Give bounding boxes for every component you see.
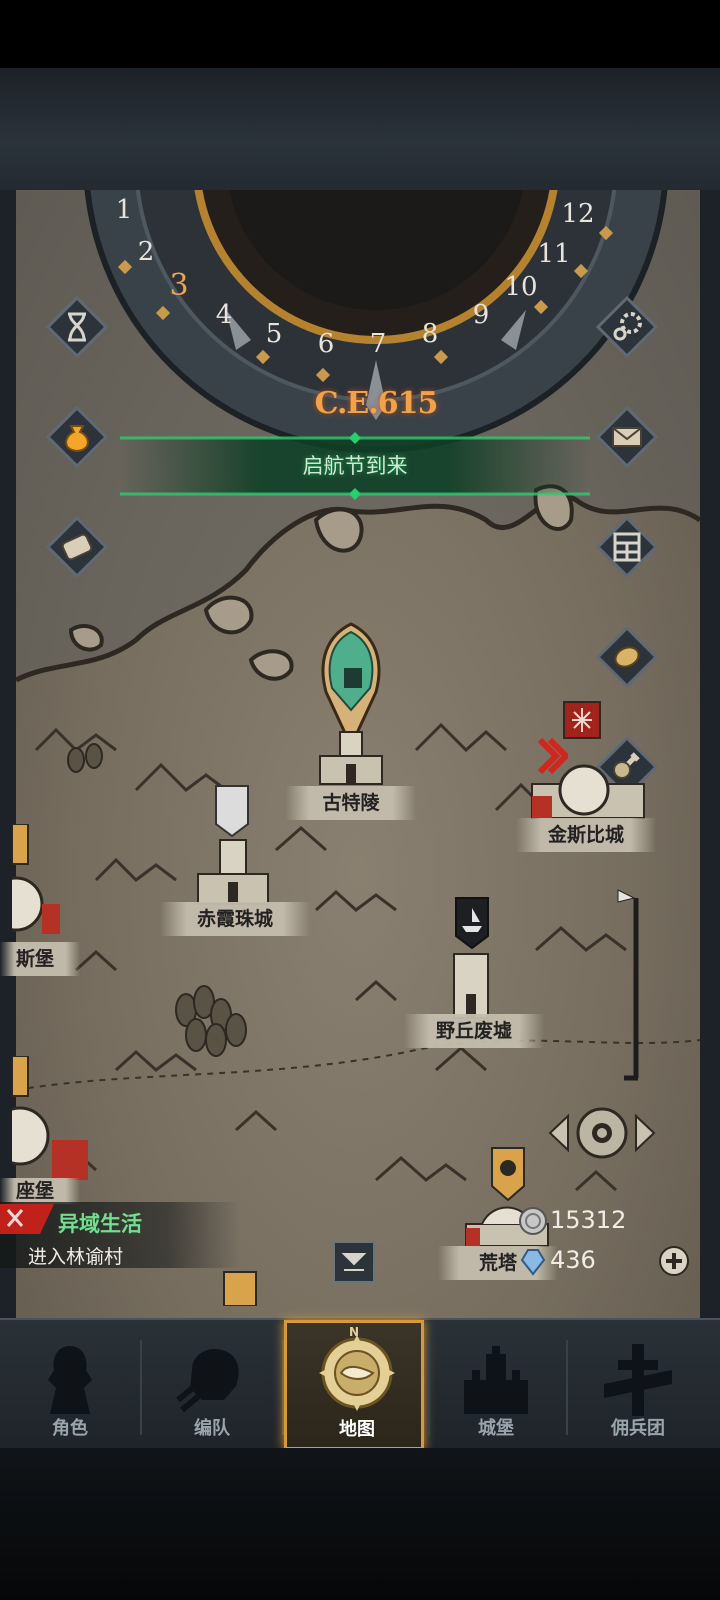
crystal-icon [520,1249,546,1276]
bottom-bezel [0,1448,720,1600]
coin-stack-button[interactable] [595,625,659,689]
hourglass-button[interactable] [45,295,109,359]
nav-tab-mercenary[interactable]: 佣兵团 [568,1326,708,1446]
hourglass-icon [45,295,109,359]
knight-icon [48,1346,92,1414]
locate-button[interactable] [546,1098,658,1168]
month-1: 1 [116,195,133,225]
month-4: 4 [216,300,233,330]
grid-button[interactable] [595,515,659,579]
gold-flag-partial-icon [223,1271,257,1306]
month-6: 6 [318,329,335,359]
scroll-button[interactable] [45,515,109,579]
quest-title: 异域生活 [58,1212,142,1236]
coin-bag-button[interactable] [45,405,109,469]
compass-north-letter: N [349,1325,360,1339]
nav-tab-character[interactable]: 角色 [0,1326,140,1446]
nav-tab-map[interactable]: N 地图 [284,1320,424,1450]
castle-icon-left-1[interactable] [12,824,62,944]
zoom-slider[interactable] [614,888,644,1082]
nav-label-map: 地图 [339,1419,375,1440]
collapse-button[interactable] [332,1240,376,1284]
crystal-amount: 436 [550,1246,596,1274]
grid-icon [595,515,659,579]
festival-banner-text: 启航节到来 [302,454,408,478]
compass-map-icon [319,1335,395,1411]
month-2: 2 [138,237,155,267]
calendar-months: 1 2 3 4 5 6 7 8 9 10 11 12 [116,195,614,383]
nav-label-character: 角色 [52,1418,88,1439]
month-8: 8 [422,319,439,349]
settings-button[interactable] [595,295,659,359]
month-7: 7 [370,329,387,359]
status-bar [0,0,720,68]
castle-icon-chixia[interactable] [196,836,270,906]
castle-icon-gutelin[interactable] [316,726,386,786]
city-label-yeqiu[interactable]: 野丘废墟 [404,1014,544,1048]
month-3: 3 [169,268,188,303]
crossed-swords-icon [0,1204,54,1234]
city-label-left-1[interactable]: 斯堡 [0,942,80,976]
nav-label-squad: 编队 [194,1418,230,1439]
month-12: 12 [561,199,594,229]
quest-subtitle: 进入林谕村 [28,1246,124,1268]
month-11: 11 [537,239,570,269]
bottom-navigation: 角色 编队 N 地图 城堡 佣兵团 [0,1318,720,1450]
add-resource-button[interactable] [658,1245,690,1277]
castle-nav-icon [464,1346,528,1414]
ship-flag-icon [455,897,489,950]
gold-faction-flag-icon [491,1147,525,1202]
tower-icon-yeqiu[interactable] [448,948,494,1020]
coin-bag-icon [45,405,109,469]
mail-button[interactable] [595,405,659,469]
mercenary-banner-icon [604,1344,672,1416]
white-flag-icon [215,785,249,838]
month-9: 9 [473,300,490,330]
gear-icon [595,295,659,359]
month-5: 5 [266,319,283,349]
calendar-year: C.E.615 [314,386,439,421]
mail-icon [595,405,659,469]
city-label-gutelin[interactable]: 古特陵 [286,786,416,820]
silver-amount: 15312 [550,1206,627,1234]
squad-helmet-icon [176,1348,239,1413]
nav-label-castle: 城堡 [478,1418,514,1439]
top-frame [0,68,720,193]
month-10: 10 [504,272,537,302]
city-label-chixia[interactable]: 赤霞珠城 [160,902,310,936]
city-label-jinsibi[interactable]: 金斯比城 [516,818,656,852]
scroll-icon [45,515,109,579]
city-label-left-2[interactable]: 座堡 [0,1178,80,1204]
right-frame [700,190,720,1330]
silver-coin-icon [519,1207,547,1235]
quest-panel[interactable]: 异域生活 进入林谕村 [0,1202,240,1274]
coin-stack-icon [595,625,659,689]
nav-tab-castle[interactable]: 城堡 [426,1326,566,1446]
nav-label-mercenary: 佣兵团 [611,1418,665,1439]
nav-tab-squad[interactable]: 编队 [142,1326,282,1446]
castle-icon-jinsibi[interactable] [528,744,648,824]
castle-icon-left-2[interactable] [12,1056,92,1186]
